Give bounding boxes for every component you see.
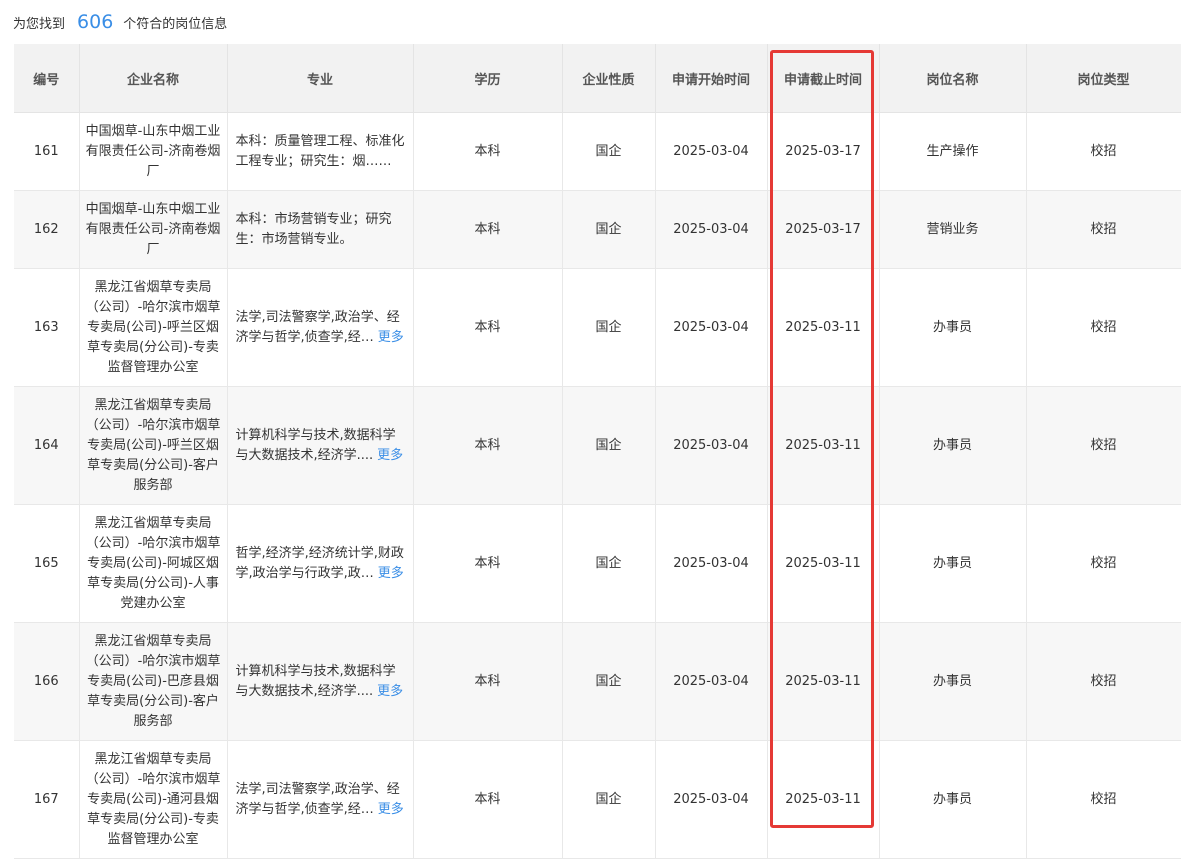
- cell-company: 黑龙江省烟草专卖局（公司）-哈尔滨市烟草专卖局(公司)-阿城区烟草专卖局(分公司…: [79, 504, 228, 623]
- cell-position: 生产操作: [879, 112, 1027, 191]
- cell-company: 黑龙江省烟草专卖局（公司）-哈尔滨市烟草专卖局(公司)-呼兰区烟草专卖局(分公司…: [79, 386, 228, 505]
- table-row[interactable]: 163 黑龙江省烟草专卖局（公司）-哈尔滨市烟草专卖局(公司)-呼兰区烟草专卖局(…: [14, 268, 1181, 387]
- cell-start: 2025-03-04: [655, 386, 768, 505]
- cell-type: 校招: [1026, 112, 1181, 191]
- major-text: 本科：质量管理工程、标准化工程专业；研究生：烟…: [235, 133, 405, 169]
- cell-degree: 本科: [413, 190, 563, 269]
- cell-id: 163: [14, 268, 80, 387]
- cell-degree: 本科: [413, 740, 563, 859]
- cell-degree: 本科: [413, 386, 563, 505]
- table-row[interactable]: 162 中国烟草-山东中烟工业有限责任公司-济南卷烟厂 本科：市场营销专业；研究生：…: [14, 190, 1181, 269]
- more-link[interactable]: 更多: [378, 802, 404, 817]
- cell-end: 2025-03-11: [767, 622, 880, 741]
- cell-end: 2025-03-11: [767, 268, 880, 387]
- col-header-end[interactable]: 申请截止时间: [767, 44, 880, 113]
- col-header-type[interactable]: 岗位类型: [1026, 44, 1181, 113]
- cell-id: 164: [14, 386, 80, 505]
- more-link[interactable]: 更多: [377, 448, 403, 463]
- col-header-position[interactable]: 岗位名称: [879, 44, 1027, 113]
- cell-type: 校招: [1026, 190, 1181, 269]
- cell-nature: 国企: [562, 740, 656, 859]
- cell-major: 计算机科学与技术,数据科学与大数据技术,经济学.... 更多: [227, 622, 414, 741]
- major-text: 计算机科学与技术,数据科学与大数据技术,经济学....: [235, 663, 396, 699]
- col-header-major[interactable]: 专业: [227, 44, 414, 113]
- cell-major: 法学,司法警察学,政治学、经济学与哲学,侦查学,经… 更多: [227, 268, 414, 387]
- cell-position: 办事员: [879, 386, 1027, 505]
- cell-end: 2025-03-17: [767, 112, 880, 191]
- cell-nature: 国企: [562, 504, 656, 623]
- major-text: 计算机科学与技术,数据科学与大数据技术,经济学....: [235, 427, 396, 463]
- cell-major: 法学,司法警察学,政治学、经济学与哲学,侦查学,经… 更多: [227, 740, 414, 859]
- cell-id: 167: [14, 740, 80, 859]
- cell-type: 校招: [1026, 740, 1181, 859]
- major-text: 法学,司法警察学,政治学、经济学与哲学,侦查学,经…: [235, 309, 400, 345]
- cell-degree: 本科: [413, 504, 563, 623]
- col-header-nature[interactable]: 企业性质: [562, 44, 656, 113]
- cell-type: 校招: [1026, 504, 1181, 623]
- job-table: 编号 企业名称 专业 学历 企业性质 申请开始时间 申请截止时间 岗位名称 岗位…: [14, 44, 1181, 859]
- cell-position: 办事员: [879, 504, 1027, 623]
- summary-prefix: 为您找到: [13, 16, 66, 32]
- more-link[interactable]: 更多: [378, 330, 404, 345]
- cell-position: 办事员: [879, 268, 1027, 387]
- table-header-row: 编号 企业名称 专业 学历 企业性质 申请开始时间 申请截止时间 岗位名称 岗位…: [14, 44, 1181, 113]
- cell-position: 营销业务: [879, 190, 1027, 269]
- summary-suffix: 个符合的岗位信息: [123, 16, 228, 32]
- cell-nature: 国企: [562, 112, 656, 191]
- cell-start: 2025-03-04: [655, 740, 768, 859]
- cell-position: 办事员: [879, 622, 1027, 741]
- more-link[interactable]: 更多: [377, 684, 403, 699]
- col-header-id[interactable]: 编号: [14, 44, 80, 113]
- table-row[interactable]: 165 黑龙江省烟草专卖局（公司）-哈尔滨市烟草专卖局(公司)-阿城区烟草专卖局(…: [14, 504, 1181, 623]
- cell-company: 黑龙江省烟草专卖局（公司）-哈尔滨市烟草专卖局(公司)-呼兰区烟草专卖局(分公司…: [79, 268, 228, 387]
- cell-company: 黑龙江省烟草专卖局（公司）-哈尔滨市烟草专卖局(公司)-通河县烟草专卖局(分公司…: [79, 740, 228, 859]
- cell-company: 中国烟草-山东中烟工业有限责任公司-济南卷烟厂: [79, 112, 228, 191]
- cell-nature: 国企: [562, 622, 656, 741]
- cell-major: 本科：市场营销专业；研究生：市场营销专业。: [227, 190, 414, 269]
- cell-major: 计算机科学与技术,数据科学与大数据技术,经济学.... 更多: [227, 386, 414, 505]
- cell-id: 166: [14, 622, 80, 741]
- cell-company: 中国烟草-山东中烟工业有限责任公司-济南卷烟厂: [79, 190, 228, 269]
- cell-end: 2025-03-11: [767, 504, 880, 623]
- major-text: 法学,司法警察学,政治学、经济学与哲学,侦查学,经…: [235, 781, 400, 817]
- col-header-company[interactable]: 企业名称: [79, 44, 228, 113]
- cell-type: 校招: [1026, 268, 1181, 387]
- cell-company: 黑龙江省烟草专卖局（公司）-哈尔滨市烟草专卖局(公司)-巴彦县烟草专卖局(分公司…: [79, 622, 228, 741]
- cell-start: 2025-03-04: [655, 190, 768, 269]
- col-header-start[interactable]: 申请开始时间: [655, 44, 768, 113]
- cell-type: 校招: [1026, 386, 1181, 505]
- cell-nature: 国企: [562, 190, 656, 269]
- major-text: 本科：市场营销专业；研究生：市场营销专业。: [235, 211, 392, 247]
- cell-type: 校招: [1026, 622, 1181, 741]
- table-row[interactable]: 167 黑龙江省烟草专卖局（公司）-哈尔滨市烟草专卖局(公司)-通河县烟草专卖局(…: [14, 740, 1181, 859]
- col-header-degree[interactable]: 学历: [413, 44, 563, 113]
- cell-start: 2025-03-04: [655, 112, 768, 191]
- cell-start: 2025-03-04: [655, 268, 768, 387]
- cell-position: 办事员: [879, 740, 1027, 859]
- table-row[interactable]: 161 中国烟草-山东中烟工业有限责任公司-济南卷烟厂 本科：质量管理工程、标准化工…: [14, 112, 1181, 191]
- cell-degree: 本科: [413, 112, 563, 191]
- cell-end: 2025-03-11: [767, 386, 880, 505]
- cell-start: 2025-03-04: [655, 622, 768, 741]
- cell-nature: 国企: [562, 386, 656, 505]
- cell-start: 2025-03-04: [655, 504, 768, 623]
- more-link[interactable]: 更多: [378, 566, 404, 581]
- cell-end: 2025-03-17: [767, 190, 880, 269]
- cell-nature: 国企: [562, 268, 656, 387]
- table-row[interactable]: 164 黑龙江省烟草专卖局（公司）-哈尔滨市烟草专卖局(公司)-呼兰区烟草专卖局(…: [14, 386, 1181, 505]
- table-row[interactable]: 166 黑龙江省烟草专卖局（公司）-哈尔滨市烟草专卖局(公司)-巴彦县烟草专卖局(…: [14, 622, 1181, 741]
- result-count: 606: [77, 11, 114, 33]
- cell-degree: 本科: [413, 622, 563, 741]
- result-summary: 为您找到 606 个符合的岗位信息: [13, 8, 227, 36]
- cell-degree: 本科: [413, 268, 563, 387]
- cell-id: 161: [14, 112, 80, 191]
- cell-end: 2025-03-11: [767, 740, 880, 859]
- cell-major: 本科：质量管理工程、标准化工程专业；研究生：烟…更多: [227, 112, 414, 191]
- cell-id: 162: [14, 190, 80, 269]
- cell-major: 哲学,经济学,经济统计学,财政学,政治学与行政学,政… 更多: [227, 504, 414, 623]
- cell-id: 165: [14, 504, 80, 623]
